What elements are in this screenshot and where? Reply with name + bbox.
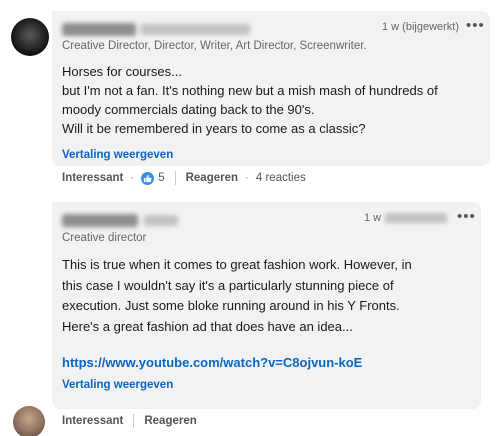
- comment-actions: Interessant Reageren: [62, 414, 197, 428]
- author-headline: Creative director: [62, 232, 147, 244]
- translate-link[interactable]: Vertaling weergeven: [62, 149, 173, 161]
- separator-dot: ·: [245, 172, 249, 184]
- comment-bubble: 1 w (bijgewerkt) ••• Creative Director, …: [52, 11, 490, 166]
- reaction-count[interactable]: 5: [158, 172, 164, 184]
- reply-button[interactable]: Reageren: [186, 172, 238, 184]
- comment-actions: Interessant · 5 Reageren · 4 reacties: [62, 171, 306, 185]
- divider: [133, 414, 135, 428]
- translate-link[interactable]: Vertaling weergeven: [62, 379, 173, 391]
- replies-count[interactable]: 4 reacties: [256, 172, 306, 184]
- timestamp-text: 1 w: [364, 212, 382, 224]
- comment-text-line: this case I wouldn't say it's a particul…: [62, 277, 394, 293]
- like-button[interactable]: Interessant: [62, 415, 123, 427]
- avatar[interactable]: [11, 18, 49, 56]
- comment-text-line: execution. Just some bloke running aroun…: [62, 298, 400, 313]
- comment-bubble: 1 w ••• Creative director This is true w…: [52, 202, 481, 409]
- comment-text-line: This is true when it comes to great fash…: [62, 257, 412, 272]
- thumbs-up-icon: [144, 174, 152, 182]
- comment-text-line: but I'm not a fan. It's nothing new but …: [62, 83, 438, 98]
- more-options-icon[interactable]: •••: [466, 17, 485, 34]
- like-button[interactable]: Interessant: [62, 172, 123, 184]
- comment-text-line: Here's a great fashion ad that does have…: [62, 318, 353, 334]
- comment-text-line: moody commercials dating back to the 90'…: [62, 102, 315, 117]
- connection-badge-redacted: [140, 24, 250, 35]
- comment-text-line: Horses for courses...: [62, 64, 182, 79]
- more-options-icon[interactable]: •••: [457, 208, 476, 225]
- author-name-redacted[interactable]: [62, 214, 138, 227]
- author-name-redacted[interactable]: [62, 23, 136, 36]
- youtube-link[interactable]: https://www.youtube.com/watch?v=C8ojvun-…: [62, 355, 362, 370]
- avatar[interactable]: [13, 406, 45, 436]
- separator-dot: ·: [130, 172, 135, 184]
- comment-text: This is true when it comes to great fash…: [62, 255, 472, 337]
- reply-button[interactable]: Reageren: [144, 415, 196, 427]
- comment-text: Horses for courses... but I'm not a fan.…: [62, 62, 482, 138]
- comment-timestamp: 1 w (bijgewerkt): [382, 21, 460, 33]
- edited-label-redacted: [385, 213, 448, 224]
- comment-text-line: Will it be remembered in years to come a…: [62, 121, 366, 136]
- author-headline: Creative Director, Director, Writer, Art…: [62, 40, 367, 52]
- connection-badge-redacted: [144, 215, 178, 226]
- like-reaction-icon[interactable]: [141, 171, 155, 185]
- divider: [174, 171, 176, 185]
- comment-timestamp: 1 w: [364, 212, 448, 224]
